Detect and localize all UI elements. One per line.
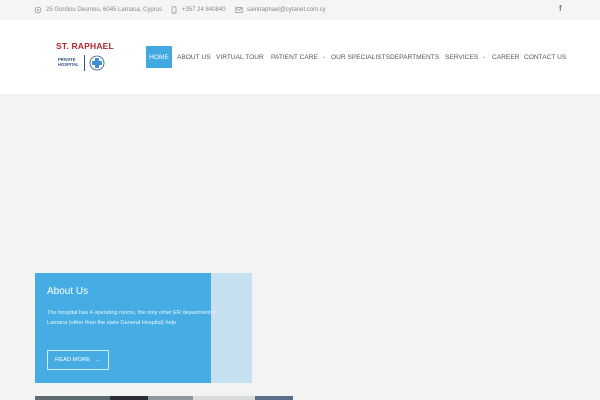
chevron-down-icon: ⌄ — [482, 54, 487, 60]
about-text: The hospital has 4 operating rooms, the … — [47, 310, 217, 326]
phone-text[interactable]: +357 24 840840 — [182, 7, 226, 13]
location-pin-icon — [34, 6, 42, 14]
gallery-thumb[interactable] — [255, 396, 293, 400]
phone-icon — [171, 6, 177, 14]
facebook-icon[interactable]: f — [559, 4, 562, 13]
logo-title: ST. RAPHAEL — [56, 41, 114, 51]
chevron-down-icon: ⌄ — [321, 54, 327, 60]
nav-contact-us[interactable]: CONTACT US — [524, 46, 566, 68]
nav-departments[interactable]: DEPARTMENTS — [390, 46, 439, 68]
site-header: ST. RAPHAEL PRIVATE HOSPITAL HOME ABOUT … — [0, 20, 600, 94]
logo-subtitle: PRIVATE HOSPITAL — [58, 57, 79, 67]
nav-patient-care[interactable]: PATIENT CARE ⌄ — [271, 46, 326, 68]
medical-cross-icon — [89, 55, 105, 71]
address-text: 25 Gordiou Desmou, 6045 Larnaca, Cyprus — [46, 7, 163, 13]
about-title: About Us — [47, 286, 89, 297]
nav-our-specialists[interactable]: OUR SPECIALISTS — [331, 46, 390, 68]
about-card-overflow — [211, 273, 252, 383]
email-info[interactable]: saintraphael@cytanet.com.cy — [235, 4, 326, 16]
logo-divider — [84, 55, 85, 71]
nav-services[interactable]: SERVICES ⌄ — [445, 46, 486, 68]
email-text[interactable]: saintraphael@cytanet.com.cy — [247, 7, 326, 13]
nav-home[interactable]: HOME — [146, 46, 172, 68]
arrow-right-icon: → — [95, 357, 101, 363]
phone-info[interactable]: +357 24 840840 — [170, 4, 226, 16]
nav-about-us[interactable]: ABOUT US — [177, 46, 211, 68]
gallery-thumb[interactable] — [35, 396, 110, 400]
gallery-thumb[interactable] — [148, 396, 193, 400]
address-info: 25 Gordiou Desmou, 6045 Larnaca, Cyprus — [34, 4, 162, 16]
read-more-label[interactable]: READ MORE — [55, 357, 90, 363]
envelope-icon — [235, 7, 243, 13]
nav-virtual-tour[interactable]: VIRTUAL TOUR — [216, 46, 264, 68]
top-info-bar: 25 Gordiou Desmou, 6045 Larnaca, Cyprus … — [0, 0, 600, 20]
read-more-button[interactable]: READ MORE → — [47, 350, 109, 370]
gallery-strip — [35, 396, 293, 400]
nav-career[interactable]: CAREER — [492, 46, 519, 68]
hospital-logo[interactable]: ST. RAPHAEL PRIVATE HOSPITAL — [56, 41, 116, 73]
gallery-thumb[interactable] — [110, 396, 148, 400]
gallery-thumb[interactable] — [193, 396, 255, 400]
